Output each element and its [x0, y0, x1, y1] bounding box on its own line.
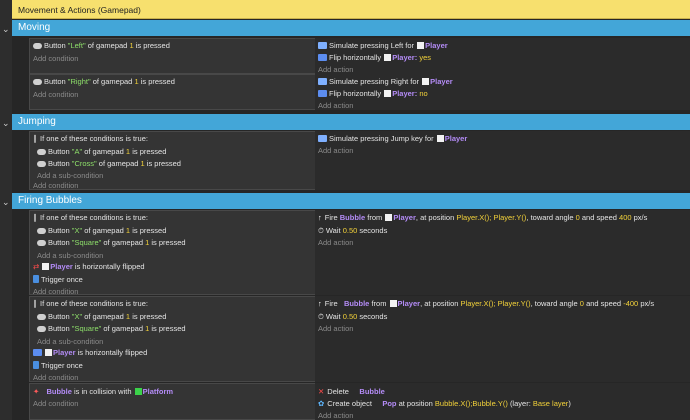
gamepad-icon	[33, 43, 42, 49]
action-flip-no[interactable]: Flip horizontally Player: no	[318, 89, 428, 99]
player-sprite-icon	[436, 135, 444, 142]
condition-trigger-once[interactable]: Trigger once	[33, 361, 83, 371]
add-sub-condition-link[interactable]: Add a sub-condition	[37, 337, 103, 347]
condition-button-left[interactable]: Button "Left" of gamepad 1 is pressed	[33, 41, 170, 51]
or-condition-icon: ∥	[33, 134, 37, 143]
gamepad-icon	[37, 228, 46, 234]
simulate-key-icon	[318, 78, 327, 85]
collapse-chevron-icon[interactable]: ⌄	[2, 118, 10, 128]
group-firing-bubbles[interactable]: Firing Bubbles	[12, 193, 690, 209]
action-fire-bubble-right[interactable]: ↑ Fire Bubble from Player, at position Pl…	[318, 213, 647, 223]
condition-button-right[interactable]: Button "Right" of gamepad 1 is pressed	[33, 77, 175, 87]
group-title: Jumping	[18, 116, 56, 127]
action-flip-yes[interactable]: Flip horizontally Player: yes	[318, 53, 431, 63]
condition-collision[interactable]: ✦ Bubble is in collision with Platform	[33, 387, 173, 397]
subcondition-button-square[interactable]: Button "Square" of gamepad 1 is pressed	[37, 324, 186, 334]
simulate-key-icon	[318, 135, 327, 142]
delete-icon: ✕	[318, 387, 325, 396]
clock-icon: ⏱	[318, 226, 324, 235]
fire-icon: ↑	[318, 213, 322, 222]
subcondition-button-a[interactable]: Button "A" of gamepad 1 is pressed	[37, 147, 166, 157]
left-gutter	[0, 0, 12, 420]
gamepad-icon	[37, 314, 46, 320]
condition-trigger-once[interactable]: Trigger once	[33, 275, 83, 285]
add-sub-condition-link[interactable]: Add a sub-condition	[37, 171, 103, 181]
action-delete-bubble[interactable]: ✕ Delete Bubble	[318, 387, 385, 397]
subcondition-button-x[interactable]: Button "X" of gamepad 1 is pressed	[37, 312, 166, 322]
action-fire-bubble-left[interactable]: ↑ Fire Bubble from Player, at position Pl…	[318, 299, 654, 309]
comment-text: Movement & Actions (Gamepad)	[18, 5, 141, 15]
player-sprite-icon	[45, 349, 52, 356]
condition-or-group[interactable]: ∥ If one of these conditions is true:	[33, 299, 148, 309]
add-condition-link[interactable]: Add condition	[33, 90, 78, 100]
fire-icon: ↑	[318, 299, 322, 308]
gamepad-icon	[37, 240, 46, 246]
simulate-key-icon	[318, 42, 327, 49]
condition-not-flipped[interactable]: ⇄ Player is horizontally flipped	[33, 262, 145, 272]
or-condition-icon: ∥	[33, 213, 37, 222]
trigger-once-icon	[33, 275, 39, 283]
gamepad-icon	[37, 326, 46, 332]
add-condition-link[interactable]: Add condition	[33, 373, 78, 383]
add-condition-link[interactable]: Add condition	[33, 181, 78, 191]
clock-icon: ⏱	[318, 312, 324, 321]
group-title: Firing Bubbles	[18, 195, 82, 206]
subcondition-button-cross[interactable]: Button "Cross" of gamepad 1 is pressed	[37, 159, 181, 169]
subcondition-button-x[interactable]: Button "X" of gamepad 1 is pressed	[37, 226, 166, 236]
flip-icon	[318, 54, 327, 61]
action-create-object[interactable]: ✿ Create object Pop at position Bubble.X(…	[318, 399, 571, 409]
collapse-chevron-icon[interactable]: ⌄	[2, 197, 10, 207]
player-sprite-icon	[422, 78, 430, 85]
add-action-link[interactable]: Add action	[318, 324, 353, 334]
action-simulate-left[interactable]: Simulate pressing Left for Player	[318, 41, 448, 51]
trigger-once-icon	[33, 361, 39, 369]
subcondition-button-square[interactable]: Button "Square" of gamepad 1 is pressed	[37, 238, 186, 248]
player-sprite-icon	[385, 214, 393, 221]
collision-icon: ✦	[33, 387, 40, 396]
player-sprite-icon	[389, 300, 397, 307]
player-sprite-icon	[384, 90, 392, 97]
gamepad-icon	[37, 149, 46, 155]
comment-event[interactable]: Movement & Actions (Gamepad)	[12, 0, 690, 19]
player-sprite-icon	[417, 42, 425, 49]
player-sprite-icon	[384, 54, 392, 61]
collapse-chevron-icon[interactable]: ⌄	[2, 24, 10, 34]
add-action-link[interactable]: Add action	[318, 146, 353, 156]
condition-or-group[interactable]: ∥ If one of these conditions is true:	[33, 213, 148, 223]
add-sub-condition-link[interactable]: Add a sub-condition	[37, 251, 103, 261]
group-jumping[interactable]: Jumping	[12, 114, 690, 130]
or-condition-icon: ∥	[33, 299, 37, 308]
player-sprite-icon	[42, 263, 50, 270]
gamepad-icon	[33, 79, 42, 85]
add-action-link[interactable]: Add action	[318, 238, 353, 248]
flip-icon	[318, 90, 327, 97]
add-action-link[interactable]: Add action	[318, 101, 353, 111]
action-simulate-right[interactable]: Simulate pressing Right for Player	[318, 77, 453, 87]
action-wait[interactable]: ⏱ Wait 0.50 seconds	[318, 312, 387, 322]
gamepad-icon	[37, 161, 46, 167]
add-action-link[interactable]: Add action	[318, 411, 353, 420]
condition-or-group[interactable]: ∥ If one of these conditions is true:	[33, 134, 148, 144]
flip-icon	[33, 349, 42, 356]
add-condition-link[interactable]: Add condition	[33, 54, 78, 64]
inverted-flip-icon: ⇄	[33, 262, 40, 271]
add-condition-link[interactable]: Add condition	[33, 399, 78, 409]
group-moving[interactable]: Moving	[12, 20, 690, 36]
create-object-icon: ✿	[318, 399, 325, 408]
condition-is-flipped[interactable]: Player is horizontally flipped	[33, 348, 147, 358]
group-title: Moving	[18, 22, 51, 33]
platform-sprite-icon	[134, 388, 142, 395]
action-wait[interactable]: ⏱ Wait 0.50 seconds	[318, 226, 387, 236]
action-simulate-jump[interactable]: Simulate pressing Jump key for Player	[318, 134, 467, 144]
